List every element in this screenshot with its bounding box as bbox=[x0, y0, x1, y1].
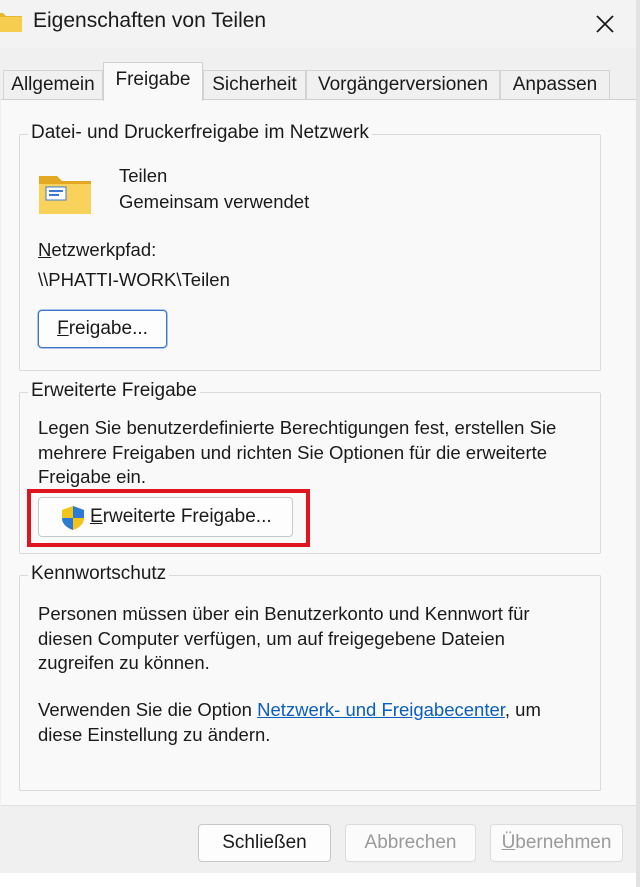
title-bar[interactable]: Eigenschaften von Teilen bbox=[0, 0, 640, 48]
network-path-label: Netzwerkpfad: bbox=[38, 239, 157, 260]
tab-sicherheit[interactable]: Sicherheit bbox=[203, 70, 306, 100]
network-path-value: \\PHATTI-WORK\Teilen bbox=[38, 269, 230, 290]
close-dialog-button[interactable]: Schließen bbox=[198, 824, 331, 862]
window-right-edge bbox=[636, 0, 640, 887]
properties-dialog: Eigenschaften von Teilen Allgemein Freig… bbox=[0, 0, 640, 887]
network-sharing-center-link[interactable]: Netzwerk- und Freigabecenter bbox=[257, 699, 505, 720]
network-sharing-group-label: Datei- und Druckerfreigabe im Netzwerk bbox=[28, 122, 372, 144]
apply-button[interactable]: Übernehmen bbox=[490, 824, 623, 862]
folder-icon bbox=[0, 13, 22, 32]
shared-item-status: Gemeinsam verwendet bbox=[119, 191, 310, 212]
tab-allgemein[interactable]: Allgemein bbox=[3, 70, 103, 100]
cancel-button[interactable]: Abbrechen bbox=[345, 824, 476, 862]
window-bottom-edge bbox=[0, 873, 640, 887]
window-title: Eigenschaften von Teilen bbox=[33, 9, 267, 32]
tab-strip: Allgemein Freigabe Sicherheit Vorgängerv… bbox=[0, 62, 640, 101]
password-protection-group-label: Kennwortschutz bbox=[28, 563, 170, 585]
share-button[interactable]: Freigabe... bbox=[38, 310, 167, 348]
close-button[interactable] bbox=[584, 6, 626, 42]
advanced-sharing-group-label: Erweiterte Freigabe bbox=[28, 380, 200, 402]
tab-anpassen[interactable]: Anpassen bbox=[500, 70, 610, 100]
shared-item-name: Teilen bbox=[119, 165, 168, 186]
shared-folder-icon bbox=[39, 176, 91, 214]
tab-freigabe[interactable]: Freigabe bbox=[103, 62, 203, 101]
password-protection-option-text: Verwenden Sie die Option Netzwerk- und F… bbox=[38, 699, 541, 745]
advanced-sharing-description: Legen Sie benutzerdefinierte Berechtigun… bbox=[38, 417, 557, 487]
highlight-box bbox=[27, 489, 310, 547]
password-protection-description: Personen müssen über ein Benutzerkonto u… bbox=[38, 603, 530, 673]
close-icon bbox=[596, 15, 614, 33]
tab-vorgaengerversionen[interactable]: Vorgängerversionen bbox=[306, 70, 500, 100]
